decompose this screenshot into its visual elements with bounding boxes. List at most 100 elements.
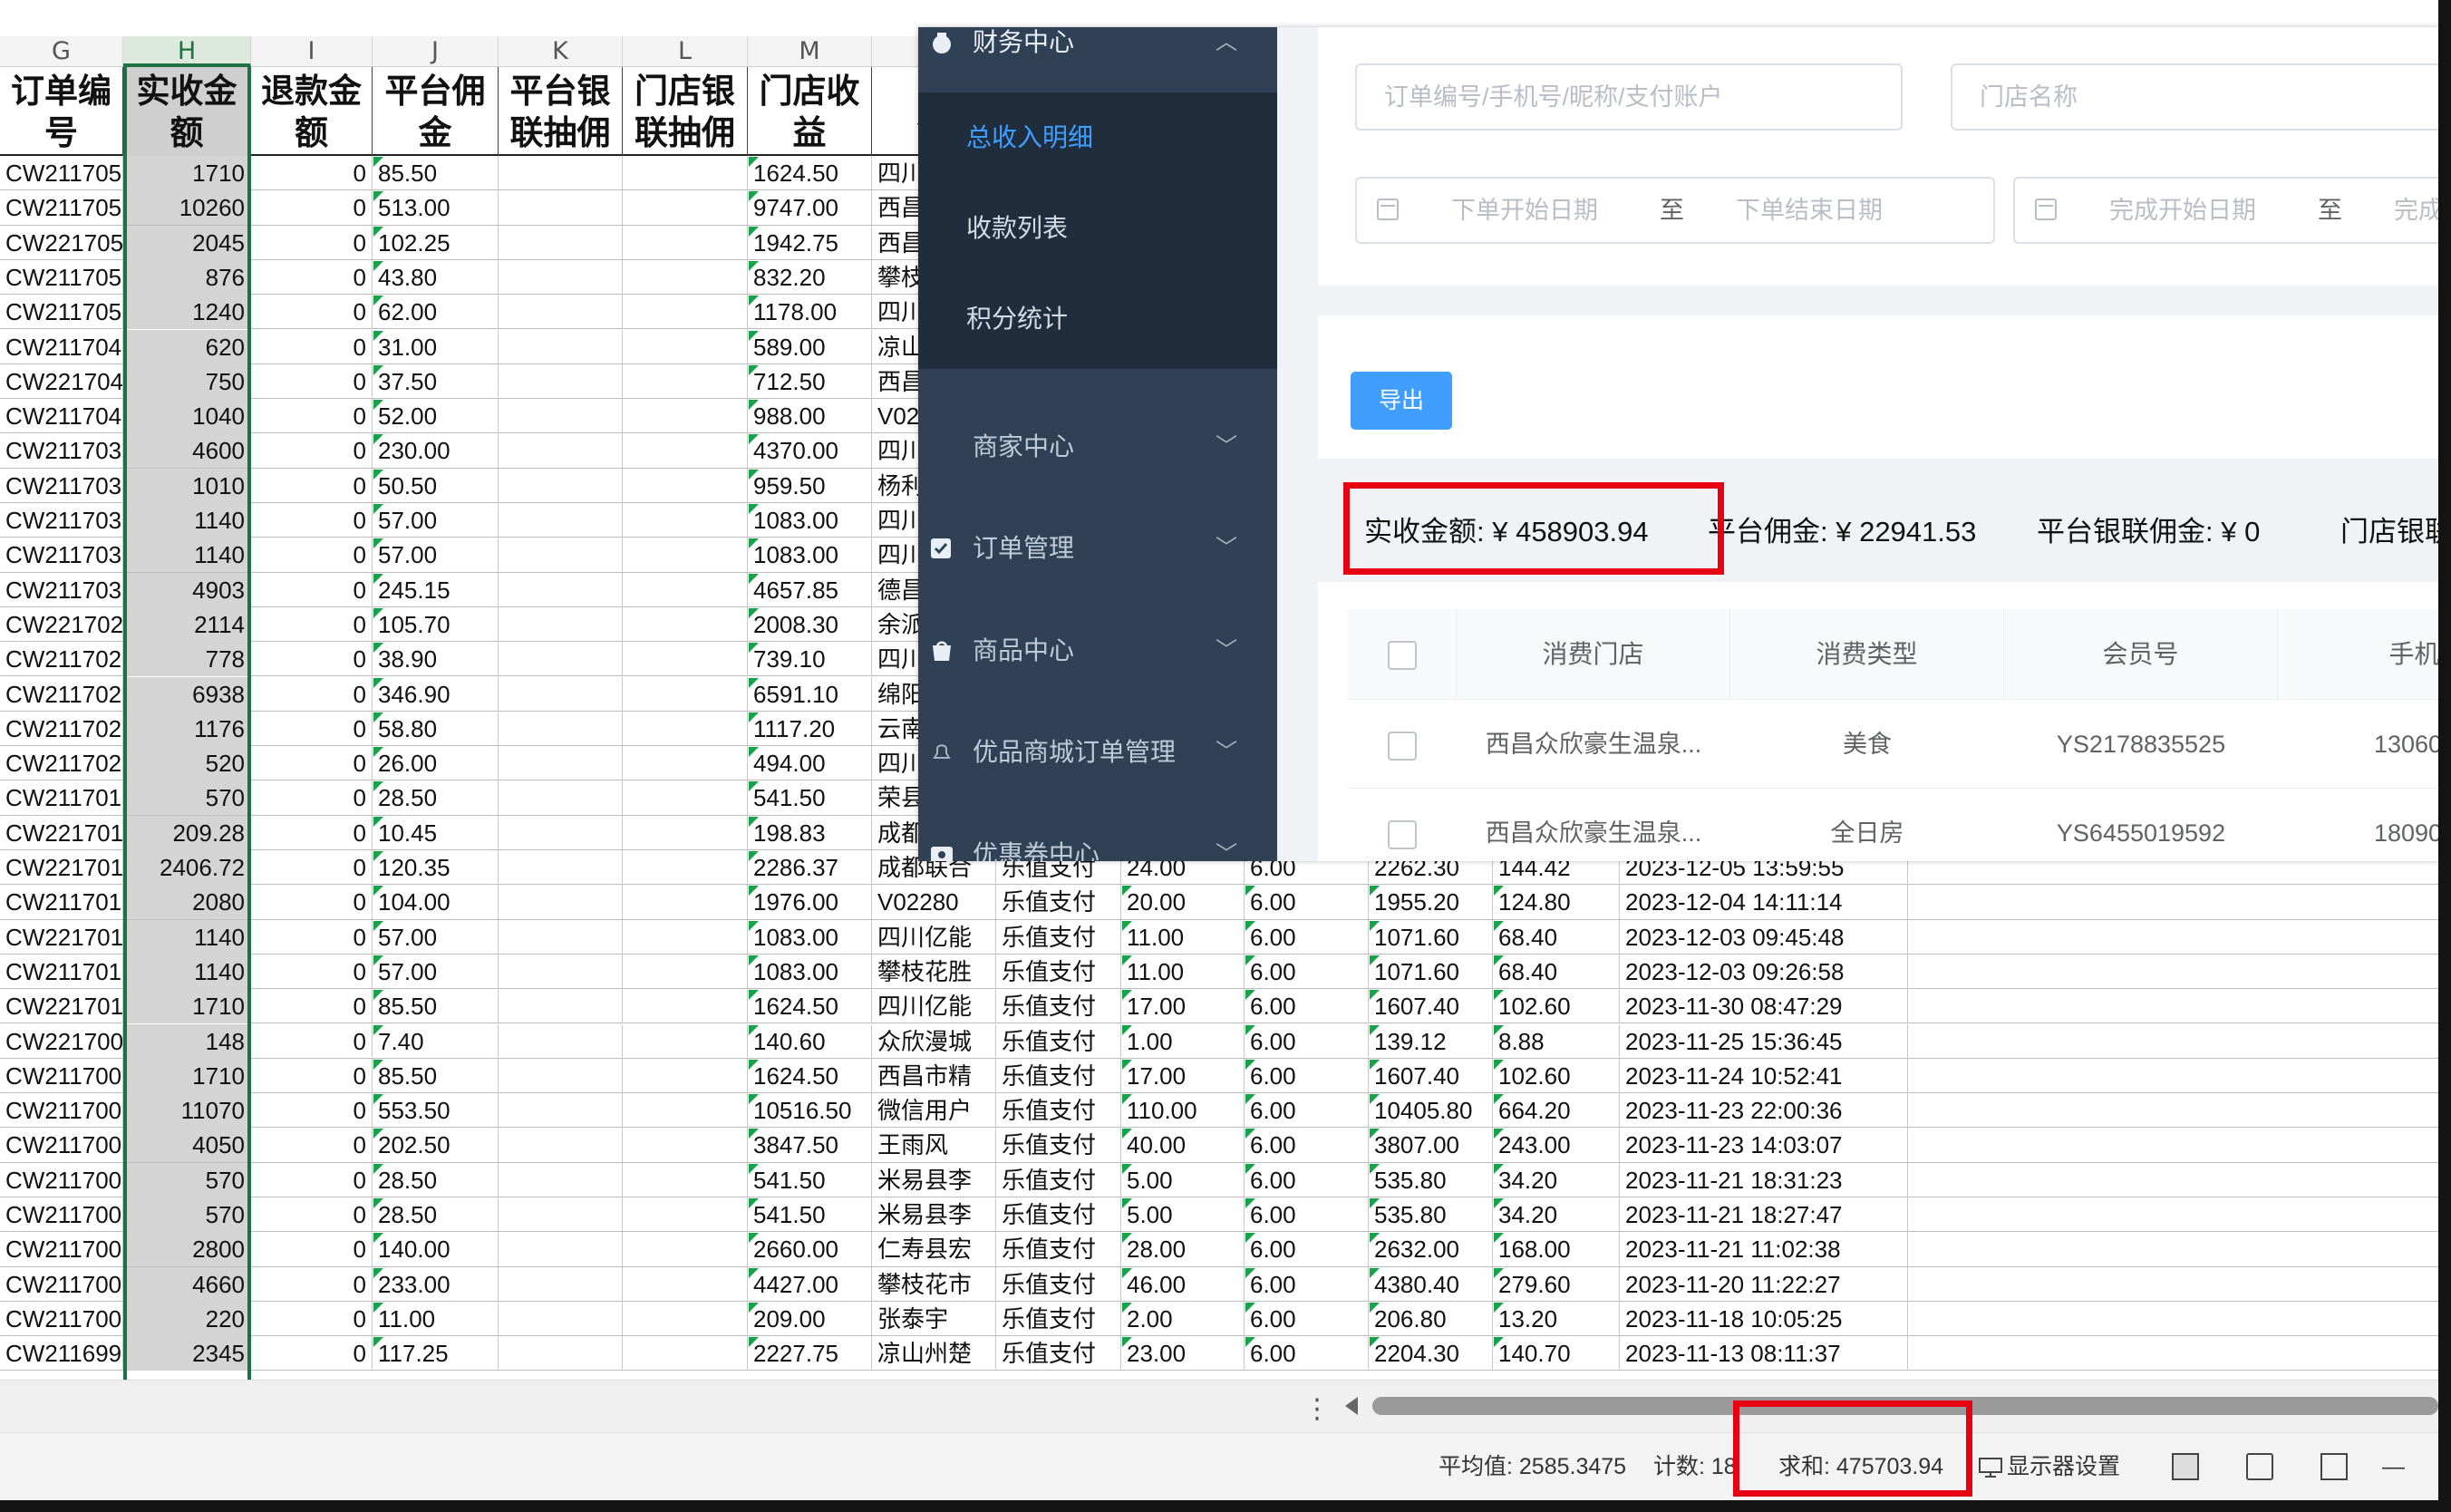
- cell[interactable]: 0: [251, 225, 373, 260]
- table-row[interactable]: CW211700 570 0 28.50 541.50 米易县李 乐值支付 5.00 6.00 5…: [0, 1197, 2438, 1233]
- table-row[interactable]: 西昌众欣豪生温泉... 全日房 YS6455019592 180906: [1348, 789, 2438, 861]
- cell[interactable]: 832.20: [748, 259, 872, 295]
- cell[interactable]: 1083.00: [748, 954, 872, 989]
- cell[interactable]: 57.00: [373, 919, 499, 955]
- cell[interactable]: 乐值支付: [996, 1058, 1121, 1093]
- cell[interactable]: 米易县李: [872, 1197, 996, 1232]
- cell[interactable]: CW211705: [0, 156, 123, 190]
- cell[interactable]: 10405.80: [1369, 1093, 1493, 1129]
- cell[interactable]: [623, 399, 748, 434]
- cell[interactable]: 31.00: [373, 329, 499, 364]
- cell[interactable]: 589.00: [748, 329, 872, 364]
- cell[interactable]: CW211700: [0, 1232, 123, 1267]
- cell[interactable]: [499, 295, 623, 330]
- cell[interactable]: CW211700: [0, 1128, 123, 1163]
- horizontal-scrollbar[interactable]: ⋮: [0, 1380, 2438, 1432]
- cell[interactable]: CW211700: [0, 1058, 123, 1093]
- cell[interactable]: 110.00: [1121, 1093, 1245, 1129]
- cell[interactable]: CW211703: [0, 468, 123, 503]
- cell[interactable]: 535.80: [1369, 1162, 1493, 1197]
- cell[interactable]: [623, 1301, 748, 1336]
- cell[interactable]: 0: [251, 399, 373, 434]
- cell[interactable]: 1240: [123, 295, 251, 330]
- cell[interactable]: 2632.00: [1369, 1232, 1493, 1267]
- cell[interactable]: CW211701: [0, 954, 123, 989]
- cell[interactable]: 0: [251, 295, 373, 330]
- cell[interactable]: 28.50: [373, 780, 499, 816]
- cell[interactable]: 13.20: [1493, 1301, 1620, 1336]
- cell[interactable]: [623, 468, 748, 503]
- zoom-out-button[interactable]: —: [2382, 1433, 2405, 1500]
- cell[interactable]: 1140: [123, 503, 251, 538]
- cell[interactable]: 0: [251, 850, 373, 885]
- cell[interactable]: 1083.00: [748, 538, 872, 573]
- cell[interactable]: 739.10: [748, 642, 872, 677]
- select-all-column[interactable]: [1348, 609, 1457, 700]
- cell[interactable]: CW211700: [0, 1266, 123, 1302]
- cell[interactable]: 6.00: [1245, 885, 1369, 920]
- cell[interactable]: 0: [251, 1023, 373, 1059]
- cell[interactable]: 102.60: [1493, 989, 1620, 1024]
- table-row[interactable]: CW211700 4660 0 233.00 4427.00 攀枝花市 乐值支付 46.00 6…: [0, 1266, 2438, 1302]
- cell[interactable]: 7.40: [373, 1023, 499, 1059]
- cell[interactable]: 10.45: [373, 815, 499, 850]
- cell[interactable]: [623, 989, 748, 1024]
- table-row[interactable]: CW211701 1140 0 57.00 1083.00 攀枝花胜 乐值支付 11.00 6.…: [0, 954, 2438, 990]
- cell[interactable]: 3807.00: [1369, 1128, 1493, 1163]
- cell[interactable]: 1710: [123, 989, 251, 1024]
- cell[interactable]: 120.35: [373, 850, 499, 885]
- table-row[interactable]: CW211700 11070 0 553.50 10516.50 微信用户 乐值支付 110.…: [0, 1093, 2438, 1129]
- cell[interactable]: 6.00: [1245, 1093, 1369, 1129]
- cell[interactable]: 1607.40: [1369, 989, 1493, 1024]
- cell[interactable]: CW211704: [0, 399, 123, 434]
- cell[interactable]: 959.50: [748, 468, 872, 503]
- cell[interactable]: [499, 1232, 623, 1267]
- cell[interactable]: 8.88: [1493, 1023, 1620, 1059]
- cell[interactable]: 220: [123, 1301, 251, 1336]
- column-letter-l[interactable]: L: [623, 36, 748, 67]
- header-cell[interactable]: 订单编号: [0, 67, 123, 156]
- store-name-input[interactable]: 门店名称: [1951, 63, 2438, 131]
- cell[interactable]: 乐值支付: [996, 1336, 1121, 1371]
- cell[interactable]: [623, 1128, 748, 1163]
- cell[interactable]: 52.00: [373, 399, 499, 434]
- cell[interactable]: 0: [251, 815, 373, 850]
- cell[interactable]: 209.28: [123, 815, 251, 850]
- cell[interactable]: [499, 1301, 623, 1336]
- cell[interactable]: [623, 919, 748, 955]
- cell[interactable]: 3847.50: [748, 1128, 872, 1163]
- cell[interactable]: 0: [251, 780, 373, 816]
- cell[interactable]: 0: [251, 259, 373, 295]
- cell[interactable]: CW211701: [0, 885, 123, 920]
- cell[interactable]: 0: [251, 329, 373, 364]
- cell[interactable]: 10516.50: [748, 1093, 872, 1129]
- cell[interactable]: 2023-12-04 14:11:14: [1620, 885, 1908, 920]
- cell[interactable]: 233.00: [373, 1266, 499, 1302]
- cell[interactable]: [623, 642, 748, 677]
- cell[interactable]: 0: [251, 572, 373, 607]
- cell[interactable]: 2008.30: [748, 606, 872, 642]
- cell[interactable]: [623, 1266, 748, 1302]
- cell[interactable]: [623, 746, 748, 781]
- cell[interactable]: CW211705: [0, 295, 123, 330]
- cell[interactable]: [499, 676, 623, 712]
- cell[interactable]: 50.50: [373, 468, 499, 503]
- cell[interactable]: 245.15: [373, 572, 499, 607]
- table-row[interactable]: CW211700 1710 0 85.50 1624.50 西昌市精 乐值支付 17.00 6.…: [0, 1058, 2438, 1094]
- menu-goods-center[interactable]: 商品中心 ﹀: [918, 601, 1277, 701]
- cell[interactable]: [499, 746, 623, 781]
- column-letter-j[interactable]: J: [373, 36, 499, 67]
- header-cell[interactable]: 门店收益: [748, 67, 872, 156]
- cell[interactable]: 620: [123, 329, 251, 364]
- cell[interactable]: 102.60: [1493, 1058, 1620, 1093]
- cell[interactable]: 2080: [123, 885, 251, 920]
- cell[interactable]: [499, 1162, 623, 1197]
- cell[interactable]: 2023-12-03 09:26:58: [1620, 954, 1908, 989]
- cell[interactable]: 664.20: [1493, 1093, 1620, 1129]
- cell[interactable]: 2660.00: [748, 1232, 872, 1267]
- table-row[interactable]: CW221701 1140 0 57.00 1083.00 四川亿能 乐值支付 11.00 6.…: [0, 919, 2438, 955]
- cell[interactable]: 28.00: [1121, 1232, 1245, 1267]
- cell[interactable]: [623, 1023, 748, 1059]
- cell[interactable]: 1117.20: [748, 711, 872, 746]
- table-row[interactable]: CW221700 148 0 7.40 140.60 众欣漫城 乐值支付 1.00 6.00 13…: [0, 1023, 2438, 1059]
